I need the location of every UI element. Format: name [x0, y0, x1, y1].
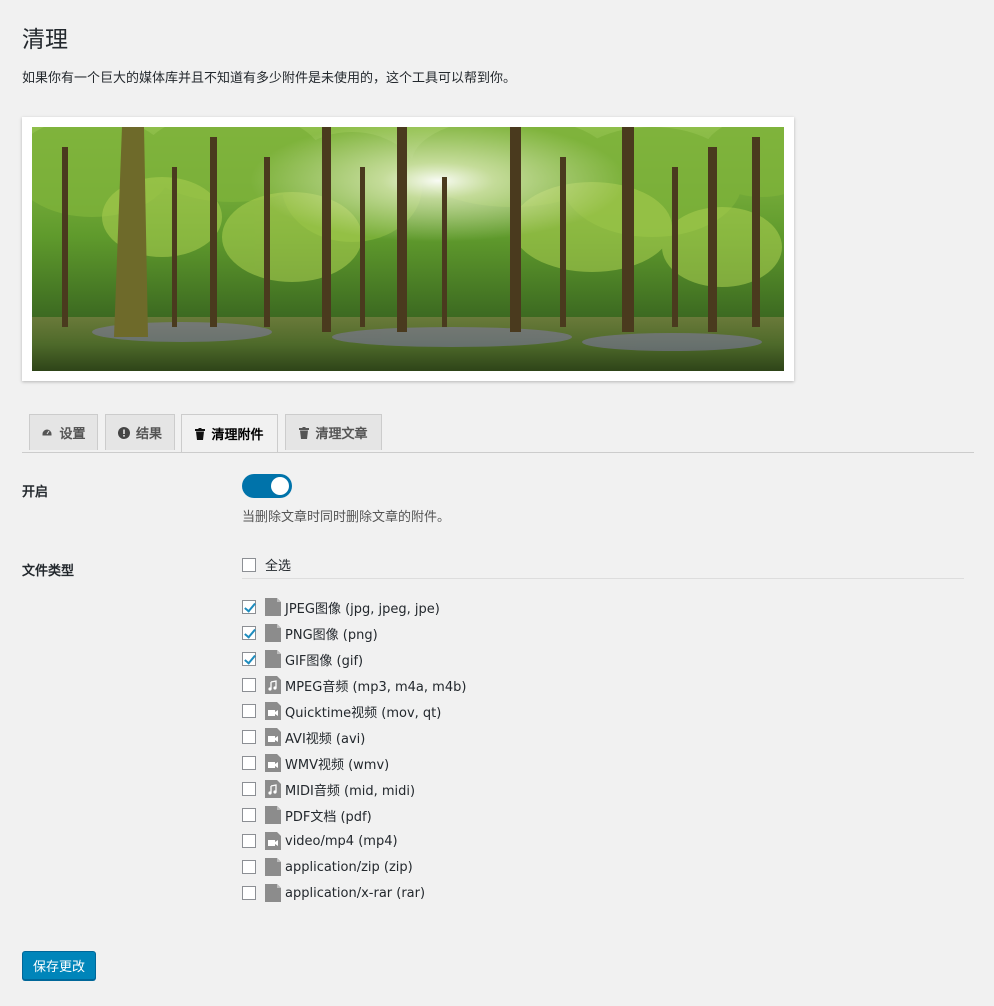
- tab-clean-posts[interactable]: 清理文章: [285, 414, 382, 450]
- document-file-icon: [265, 806, 281, 824]
- file-type-label: PNG图像 (png): [285, 627, 378, 643]
- file-type-checkbox[interactable]: [242, 886, 256, 900]
- image-file-icon: [265, 624, 281, 642]
- file-type-item[interactable]: PNG图像 (png): [242, 620, 466, 646]
- file-type-label: AVI视频 (avi): [285, 731, 366, 747]
- save-changes-button[interactable]: 保存更改: [22, 951, 97, 980]
- video-file-icon: [265, 832, 281, 850]
- tab-clean-attachments[interactable]: 清理附件: [181, 414, 278, 452]
- trash-icon: [195, 427, 206, 440]
- file-type-checkbox[interactable]: [242, 808, 256, 822]
- file-type-label: MPEG音频 (mp3, m4a, m4b): [285, 679, 467, 695]
- file-type-list: JPEG图像 (jpg, jpeg, jpe) PNG图像 (png) GIF图像 …: [242, 594, 466, 906]
- tab-results[interactable]: 结果: [105, 414, 175, 450]
- audio-file-icon: [265, 780, 281, 798]
- file-type-item[interactable]: PDF文档 (pdf): [242, 802, 466, 828]
- tab-settings[interactable]: 设置: [29, 414, 98, 450]
- file-type-item[interactable]: WMV视频 (wmv): [242, 750, 466, 776]
- file-type-item[interactable]: GIF图像 (gif): [242, 646, 466, 672]
- document-file-icon: [265, 858, 281, 876]
- file-type-checkbox[interactable]: [242, 652, 256, 666]
- divider: [242, 578, 964, 579]
- file-type-checkbox[interactable]: [242, 756, 256, 770]
- image-file-icon: [265, 598, 281, 616]
- file-type-checkbox[interactable]: [242, 834, 256, 848]
- file-type-item[interactable]: MPEG音频 (mp3, m4a, m4b): [242, 672, 466, 698]
- enable-description: 当删除文章时同时删除文章的附件。: [242, 510, 451, 525]
- image-file-icon: [265, 650, 281, 668]
- file-type-checkbox[interactable]: [242, 600, 256, 614]
- file-type-checkbox[interactable]: [242, 626, 256, 640]
- document-file-icon: [265, 884, 281, 902]
- page-title: 清理: [22, 27, 68, 53]
- trash-icon: [299, 426, 310, 439]
- banner-frame: [22, 117, 794, 381]
- file-type-label: WMV视频 (wmv): [285, 757, 390, 773]
- file-type-item[interactable]: application/zip (zip): [242, 854, 466, 880]
- file-type-item[interactable]: JPEG图像 (jpg, jpeg, jpe): [242, 594, 466, 620]
- select-all-label: 全选: [265, 559, 292, 574]
- select-all-checkbox-row[interactable]: 全选: [242, 555, 291, 574]
- file-type-item[interactable]: Quicktime视频 (mov, qt): [242, 698, 466, 724]
- file-type-label: JPEG图像 (jpg, jpeg, jpe): [285, 601, 440, 617]
- file-type-item[interactable]: application/x-rar (rar): [242, 880, 466, 906]
- video-file-icon: [265, 728, 281, 746]
- tab-clean-attachments-label: 清理附件: [211, 428, 264, 443]
- file-type-label: application/x-rar (rar): [285, 885, 426, 901]
- file-type-item[interactable]: MIDI音频 (mid, midi): [242, 776, 466, 802]
- forest-banner-image: [32, 127, 784, 371]
- file-types-label: 文件类型: [22, 564, 75, 579]
- file-type-label: video/mp4 (mp4): [285, 833, 398, 849]
- page-description: 如果你有一个巨大的媒体库并且不知道有多少附件是未使用的，这个工具可以帮到你。: [22, 71, 517, 86]
- video-file-icon: [265, 754, 281, 772]
- enable-label: 开启: [22, 485, 49, 500]
- file-type-checkbox[interactable]: [242, 730, 256, 744]
- enable-toggle[interactable]: [242, 474, 292, 498]
- file-type-item[interactable]: video/mp4 (mp4): [242, 828, 466, 854]
- tab-clean-posts-label: 清理文章: [315, 427, 368, 442]
- file-type-label: Quicktime视频 (mov, qt): [285, 705, 442, 721]
- select-all-checkbox[interactable]: [242, 557, 256, 572]
- file-type-label: GIF图像 (gif): [285, 653, 364, 669]
- video-file-icon: [265, 702, 281, 720]
- toggle-knob: [271, 477, 289, 495]
- tab-results-label: 结果: [135, 427, 162, 442]
- file-type-checkbox[interactable]: [242, 782, 256, 796]
- file-type-checkbox[interactable]: [242, 704, 256, 718]
- file-type-checkbox[interactable]: [242, 678, 256, 692]
- file-type-label: application/zip (zip): [285, 859, 413, 875]
- audio-file-icon: [265, 676, 281, 694]
- tab-settings-label: 设置: [59, 427, 86, 442]
- warning-icon: [117, 426, 130, 439]
- dashboard-icon: [41, 427, 53, 436]
- file-type-label: PDF文档 (pdf): [285, 809, 372, 825]
- file-type-label: MIDI音频 (mid, midi): [285, 783, 416, 799]
- file-type-item[interactable]: AVI视频 (avi): [242, 724, 466, 750]
- tab-bar: 设置 结果 清理附件 清理文章: [22, 414, 974, 453]
- file-type-checkbox[interactable]: [242, 860, 256, 874]
